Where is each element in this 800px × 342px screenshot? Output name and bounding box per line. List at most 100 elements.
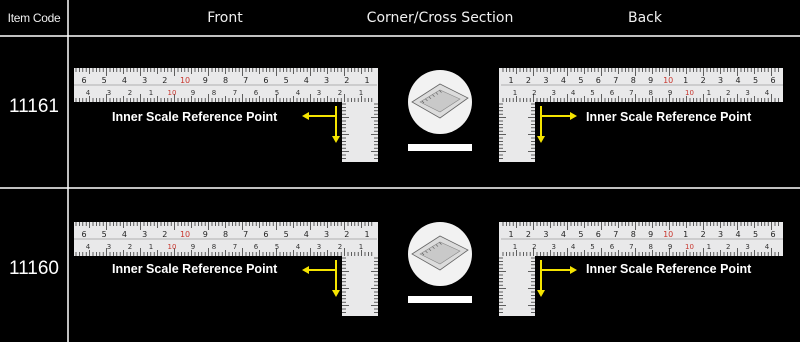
ruler-digit: 4 bbox=[765, 89, 770, 97]
ruler-digit: 9 bbox=[191, 89, 195, 97]
arrow-head bbox=[332, 136, 340, 143]
ruler-digit: 6 bbox=[81, 230, 86, 239]
ruler-digit: 8 bbox=[212, 89, 216, 97]
ruler-digit: 5 bbox=[590, 243, 594, 251]
ruler-digit: 1 bbox=[508, 76, 513, 85]
ruler-digit: 8 bbox=[631, 230, 636, 239]
ruler-digit: 10 bbox=[168, 243, 177, 251]
ruler-digit: 4 bbox=[736, 76, 741, 85]
ruler-digit: 6 bbox=[770, 76, 775, 85]
ruler-digit: 5 bbox=[578, 76, 583, 85]
ruler-digit: 6 bbox=[81, 76, 86, 85]
corner-cross-section-image bbox=[408, 222, 472, 303]
ruler-digit: 5 bbox=[102, 230, 107, 239]
ruler-digit: 3 bbox=[317, 89, 321, 97]
ruler-digit: 6 bbox=[610, 243, 615, 251]
ruler-digit: 2 bbox=[338, 243, 342, 251]
ruler-digit: 6 bbox=[254, 243, 259, 251]
header-front: Front bbox=[207, 10, 243, 26]
arrow-head bbox=[302, 266, 309, 274]
ruler-digit: 2 bbox=[338, 89, 342, 97]
ruler-digit: 5 bbox=[590, 89, 594, 97]
ruler-digit: 10 bbox=[685, 89, 694, 97]
ruler-digit: 7 bbox=[613, 230, 618, 239]
ruler-digit: 4 bbox=[122, 230, 127, 239]
ruler-digit: 7 bbox=[233, 243, 237, 251]
ruler-digit: 1 bbox=[513, 89, 517, 97]
ruler-digit: 2 bbox=[532, 243, 536, 251]
ruler-digit: 2 bbox=[726, 243, 730, 251]
ruler-digit: 6 bbox=[263, 76, 268, 85]
ruler-digit: 9 bbox=[191, 243, 195, 251]
ruler-digit: 10 bbox=[663, 230, 673, 239]
ruler-digit: 2 bbox=[162, 230, 167, 239]
ruler-digit: 9 bbox=[203, 230, 208, 239]
back-reference-label: Inner Scale Reference Point bbox=[586, 110, 752, 124]
ruler-digit: 1 bbox=[149, 89, 153, 97]
item-code-cell: 11161 bbox=[8, 96, 59, 117]
ruler-digit: 2 bbox=[128, 89, 132, 97]
ruler-digit: 5 bbox=[284, 76, 289, 85]
ruler-digit: 3 bbox=[718, 76, 723, 85]
ruler-digit: 3 bbox=[142, 76, 147, 85]
arrow-head bbox=[570, 266, 577, 274]
ruler-digit: 9 bbox=[203, 76, 208, 85]
ruler-digit: 5 bbox=[753, 76, 758, 85]
arrow-head bbox=[537, 136, 545, 143]
ruler-digit: 3 bbox=[745, 89, 749, 97]
ruler-digit: 2 bbox=[344, 230, 349, 239]
ruler-digit: 7 bbox=[629, 243, 633, 251]
ruler-digit: 1 bbox=[149, 243, 153, 251]
front-reference-label: Inner Scale Reference Point bbox=[112, 110, 278, 124]
ruler-digit: 8 bbox=[648, 243, 652, 251]
cross-section-bar bbox=[408, 296, 472, 303]
ruler-digit: 1 bbox=[364, 230, 369, 239]
ruler-digit: 2 bbox=[701, 230, 706, 239]
front-reference-label: Inner Scale Reference Point bbox=[112, 262, 278, 276]
ruler-digit: 10 bbox=[168, 89, 177, 97]
ruler-digit: 8 bbox=[648, 89, 652, 97]
ruler-digit: 1 bbox=[707, 243, 711, 251]
ruler-digit: 1 bbox=[508, 230, 513, 239]
ruler-digit: 2 bbox=[162, 76, 167, 85]
ruler-digit: 7 bbox=[629, 89, 633, 97]
ruler-digit: 2 bbox=[128, 243, 132, 251]
ruler-digit: 3 bbox=[107, 89, 111, 97]
ruler-digit: 6 bbox=[596, 230, 601, 239]
ruler-digit: 5 bbox=[275, 89, 279, 97]
ruler-digit: 10 bbox=[663, 76, 673, 85]
ruler-digit: 8 bbox=[223, 76, 228, 85]
ruler-digit: 5 bbox=[578, 230, 583, 239]
ruler-digit: 3 bbox=[107, 243, 111, 251]
ruler-digit: 4 bbox=[571, 243, 576, 251]
ruler-digit: 3 bbox=[142, 230, 147, 239]
ruler-digit: 1 bbox=[513, 243, 517, 251]
ruler-digit: 10 bbox=[180, 230, 190, 239]
ruler-digit: 2 bbox=[701, 76, 706, 85]
ruler-digit: 3 bbox=[324, 76, 329, 85]
ruler-digit: 2 bbox=[726, 89, 730, 97]
ruler-digit: 4 bbox=[736, 230, 741, 239]
ruler-digit: 4 bbox=[86, 243, 91, 251]
arrow-head bbox=[537, 290, 545, 297]
ruler-digit: 5 bbox=[284, 230, 289, 239]
ruler-digit: 3 bbox=[543, 230, 548, 239]
ruler-digit: 5 bbox=[753, 230, 758, 239]
ruler-digit: 4 bbox=[765, 243, 770, 251]
ruler-digit: 10 bbox=[180, 76, 190, 85]
ruler-digit: 4 bbox=[304, 76, 309, 85]
ruler-digit: 1 bbox=[683, 76, 688, 85]
ruler-digit: 1 bbox=[683, 230, 688, 239]
ruler-digit: 9 bbox=[668, 243, 672, 251]
header-corner: Corner/Cross Section bbox=[366, 10, 514, 26]
ruler-digit: 7 bbox=[233, 89, 237, 97]
ruler-digit: 9 bbox=[668, 89, 672, 97]
ruler-digit: 6 bbox=[596, 76, 601, 85]
ruler-digit: 9 bbox=[648, 230, 653, 239]
ruler-digit: 3 bbox=[324, 230, 329, 239]
ruler-digit: 2 bbox=[344, 76, 349, 85]
ruler-digit: 8 bbox=[631, 76, 636, 85]
ruler-digit: 8 bbox=[212, 243, 216, 251]
ruler-digit: 4 bbox=[561, 76, 566, 85]
ruler-digit: 4 bbox=[296, 243, 301, 251]
